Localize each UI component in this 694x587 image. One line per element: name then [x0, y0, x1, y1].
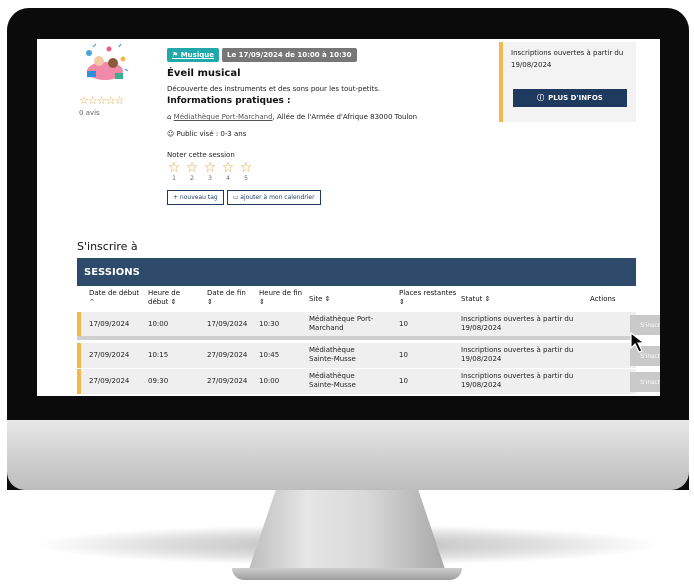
star-4-button[interactable]: ☆ 4	[220, 161, 236, 183]
home-icon: ⌂	[167, 113, 174, 121]
row-places: 10	[399, 320, 408, 328]
rate-session-stars: ☆ 1 ☆ 2 ☆ 3 ☆ 4 ☆ 5	[166, 161, 254, 183]
table-row: 27/09/2024 10:15 27/09/2024 10:45 Médiat…	[77, 343, 660, 368]
row-start-time: 10:15	[148, 351, 169, 359]
event-badges: ⚑ Musique Le 17/09/2024 de 10:00 à 10:30	[167, 48, 357, 62]
col-start-date[interactable]: Date de début ⌃	[89, 289, 147, 307]
row-end-date: 27/09/2024	[207, 351, 248, 359]
row-places: 10	[399, 351, 408, 359]
star-1-button[interactable]: ☆ 1	[166, 161, 182, 183]
monitor-chin	[7, 420, 689, 490]
star-3-button[interactable]: ☆ 3	[202, 161, 218, 183]
review-count: 0 avis	[79, 109, 100, 117]
date-badge: Le 17/09/2024 de 10:00 à 10:30	[221, 48, 357, 62]
row-status: Inscriptions ouvertes à partir du 19/08/…	[461, 372, 574, 389]
registration-opening-text: Inscriptions ouvertes à partir du 19/08/…	[511, 49, 624, 69]
more-info-button[interactable]: ⓘ PLUS D'INFOS	[513, 89, 627, 107]
col-end-time[interactable]: Heure de fin ⇕	[259, 289, 305, 307]
event-title: Éveil musical	[167, 68, 241, 79]
person-icon: ☺	[167, 130, 177, 138]
monitor-mockup: ☆☆☆☆☆ 0 avis ⚑ Musique Le 17/09/2024 de …	[0, 0, 694, 587]
event-actions: + nouveau tag ▭ ajouter à mon calendrier	[167, 190, 321, 205]
row-end-date: 17/09/2024	[207, 320, 248, 328]
category-badge[interactable]: ⚑ Musique	[167, 48, 219, 62]
more-info-label: PLUS D'INFOS	[548, 94, 603, 102]
event-location: ⌂ Médiathèque Port-Marchand, Allée de l'…	[167, 113, 417, 121]
col-site[interactable]: Site ⇕	[309, 295, 379, 304]
star-number: 3	[208, 175, 212, 182]
row-end-time: 10:00	[259, 377, 280, 385]
col-actions: Actions	[590, 295, 616, 303]
row-start-time: 10:00	[148, 320, 169, 328]
row-end-time: 10:30	[259, 320, 280, 328]
monitor-stand-base	[232, 568, 462, 580]
sessions-header: SESSIONS	[77, 258, 636, 286]
event-illustration	[86, 43, 129, 80]
col-status[interactable]: Statut ⇕	[461, 295, 531, 304]
row-start-time: 09:30	[148, 377, 169, 385]
row-divider	[77, 336, 636, 340]
target-audience: ☺ Public visé : 0-3 ans	[167, 130, 246, 138]
row-end-time: 10:45	[259, 351, 280, 359]
table-row: 27/09/2024 09:30 27/09/2024 10:00 Médiat…	[77, 369, 660, 394]
target-audience-label: Public visé : 0-3 ans	[176, 130, 247, 138]
star-number: 2	[190, 175, 194, 182]
tag-icon: ⚑	[172, 51, 181, 59]
location-link[interactable]: Médiathèque Port-Marchand	[174, 113, 273, 121]
register-heading: S'inscrire à	[77, 240, 138, 253]
add-to-calendar-button[interactable]: ▭ ajouter à mon calendrier	[226, 190, 321, 205]
rate-session-label: Noter cette session	[167, 151, 235, 159]
average-rating-stars: ☆☆☆☆☆	[79, 94, 124, 107]
row-status: Inscriptions ouvertes à partir du 19/08/…	[461, 315, 574, 332]
col-start-time[interactable]: Heure de début ⇕	[148, 289, 192, 307]
row-places: 10	[399, 377, 408, 385]
col-end-date[interactable]: Date de fin ⇕	[207, 289, 253, 307]
row-site: Médiathèque Port-Marchand	[309, 315, 374, 332]
row-end-date: 27/09/2024	[207, 377, 248, 385]
location-address: , Allée de l'Armée d'Afrique 83000 Toulo…	[272, 113, 418, 121]
star-number: 1	[172, 175, 176, 182]
star-5-button[interactable]: ☆ 5	[238, 161, 254, 183]
practical-info-title: Informations pratiques :	[167, 96, 291, 106]
row-start-date: 27/09/2024	[89, 351, 130, 359]
mouse-pointer-icon	[630, 331, 646, 353]
row-start-date: 17/09/2024	[89, 320, 130, 328]
row-start-date: 27/09/2024	[89, 377, 130, 385]
screen: ☆☆☆☆☆ 0 avis ⚑ Musique Le 17/09/2024 de …	[37, 39, 660, 396]
star-2-button[interactable]: ☆ 2	[184, 161, 200, 183]
star-number: 4	[226, 175, 230, 182]
add-to-calendar-label: ajouter à mon calendrier	[240, 194, 315, 201]
register-button[interactable]: S'inscrire	[630, 372, 660, 392]
star-number: 5	[244, 175, 248, 182]
info-icon: ⓘ	[537, 94, 545, 102]
row-site: Médiathèque Sainte-Musse	[309, 372, 356, 389]
row-site: Médiathèque Sainte-Musse	[309, 346, 356, 363]
new-tag-button[interactable]: + nouveau tag	[167, 190, 224, 205]
category-label: Musique	[180, 51, 214, 59]
event-description: Découverte des instruments et des sons p…	[167, 85, 381, 93]
table-row: 17/09/2024 10:00 17/09/2024 10:30 Médiat…	[77, 312, 660, 337]
col-places[interactable]: Places restantes ⇕	[399, 289, 463, 307]
monitor-stand-neck	[248, 490, 446, 572]
registration-info-box: Inscriptions ouvertes à partir du 19/08/…	[499, 42, 636, 122]
row-status: Inscriptions ouvertes à partir du 19/08/…	[461, 346, 574, 363]
